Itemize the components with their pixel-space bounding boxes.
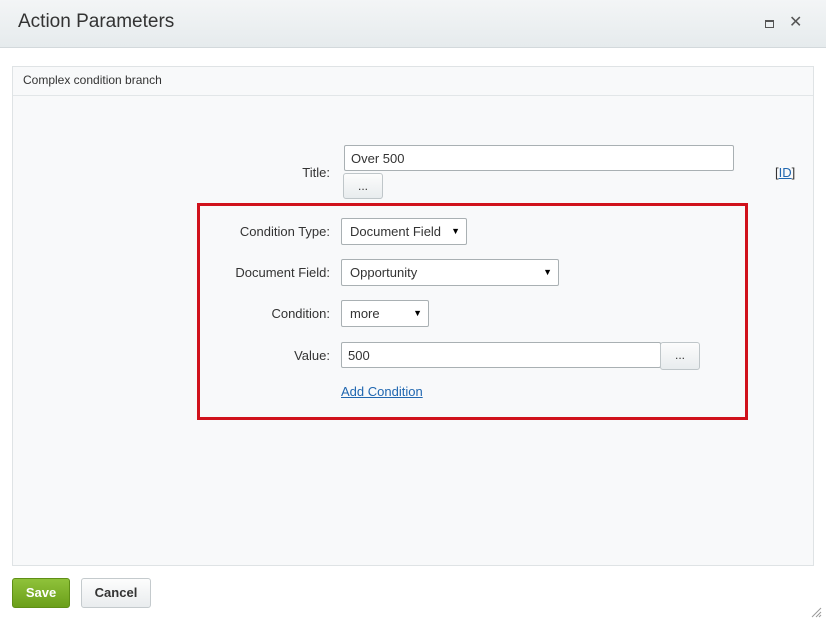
title-label: Title:	[302, 165, 330, 180]
dropdown-arrow-icon: ▼	[543, 267, 552, 277]
title-input[interactable]	[344, 145, 734, 171]
condition-type-select[interactable]: Document Field ▼	[341, 218, 467, 245]
condition-type-label: Condition Type:	[239, 224, 330, 239]
maximize-icon[interactable]	[765, 20, 774, 28]
value-dots-button[interactable]: ...	[660, 342, 700, 370]
condition-type-value: Document Field	[350, 224, 442, 239]
value-input[interactable]	[341, 342, 661, 368]
id-link-wrapper: [ID]	[775, 165, 795, 180]
add-condition-link[interactable]: Add Condition	[341, 384, 423, 399]
document-field-label: Document Field:	[235, 265, 330, 280]
id-link[interactable]: ID	[779, 165, 792, 180]
condition-select[interactable]: more ▼	[341, 300, 429, 327]
document-field-select[interactable]: Opportunity ▼	[341, 259, 559, 286]
dialog-title: Action Parameters	[18, 11, 175, 32]
condition-label: Condition:	[271, 306, 330, 321]
panel-header: Complex condition branch	[13, 67, 813, 96]
dropdown-arrow-icon: ▼	[413, 308, 422, 318]
close-icon[interactable]: ✕	[789, 13, 802, 33]
dialog-titlebar: Action Parameters ✕	[0, 0, 826, 48]
resize-grip-icon[interactable]	[810, 606, 822, 618]
cancel-button[interactable]: Cancel	[81, 578, 151, 608]
condition-value: more	[350, 306, 380, 321]
title-dots-button[interactable]: ...	[343, 173, 383, 199]
document-field-value: Opportunity	[350, 265, 418, 280]
id-bracket-close: ]	[791, 165, 796, 180]
save-button[interactable]: Save	[12, 578, 70, 608]
dropdown-arrow-icon: ▼	[451, 226, 460, 236]
value-label: Value:	[294, 348, 330, 363]
